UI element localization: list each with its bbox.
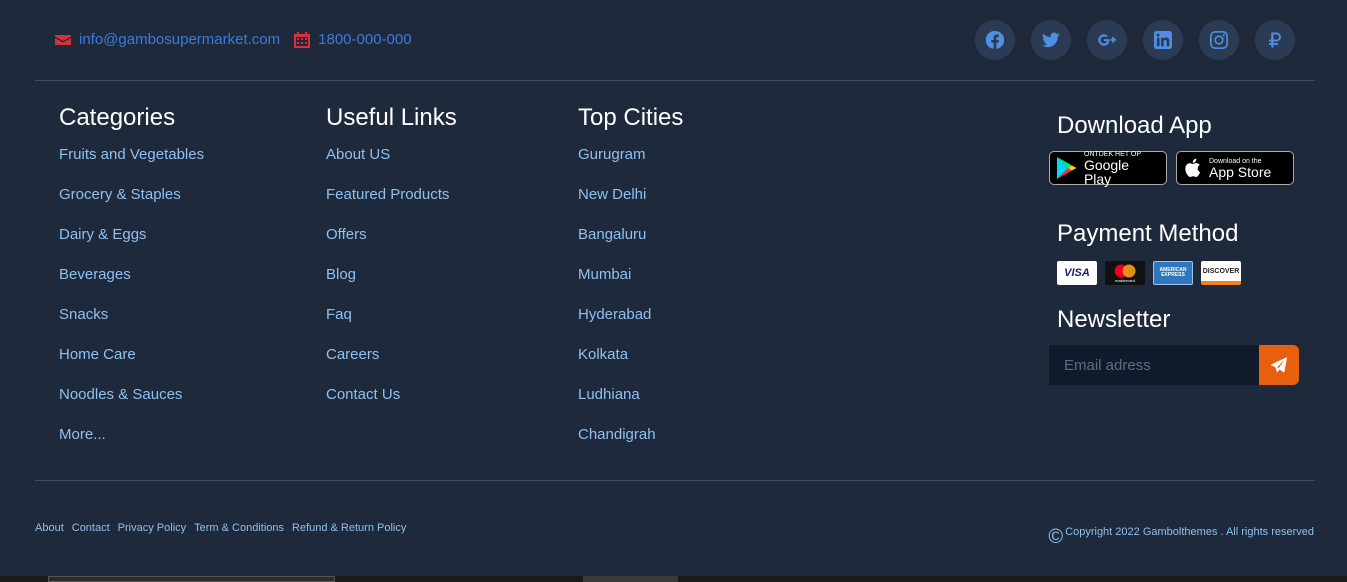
facebook-button[interactable] xyxy=(975,20,1015,60)
city-link[interactable]: New Delhi xyxy=(578,185,683,225)
categories-column: Categories Fruits and Vegetables Grocery… xyxy=(59,103,204,465)
bottom-links: About Contact Privacy Policy Term & Cond… xyxy=(35,522,406,534)
useful-links-title: Useful Links xyxy=(326,104,457,131)
app-store-big-text: App Store xyxy=(1209,163,1272,180)
useful-link[interactable]: Contact Us xyxy=(326,385,457,425)
bottom-link-about[interactable]: About xyxy=(35,522,64,534)
useful-link[interactable]: Faq xyxy=(326,305,457,345)
paper-plane-icon xyxy=(1271,357,1287,373)
twitter-button[interactable] xyxy=(1031,20,1071,60)
category-link[interactable]: Home Care xyxy=(59,345,204,385)
bottom-strip xyxy=(0,576,1347,582)
city-link[interactable]: Chandigrah xyxy=(578,425,683,465)
linkedin-button[interactable] xyxy=(1143,20,1183,60)
category-link[interactable]: Fruits and Vegetables xyxy=(59,145,204,185)
category-link[interactable]: More... xyxy=(59,425,204,465)
useful-link[interactable]: Blog xyxy=(326,265,457,305)
newsletter-form xyxy=(1049,345,1309,385)
payment-method-title: Payment Method xyxy=(1057,220,1239,247)
mastercard-card: mastercard xyxy=(1105,261,1145,285)
category-link[interactable]: Beverages xyxy=(59,265,204,305)
copyright: © Copyright 2022 Gambolthemes . All righ… xyxy=(1048,526,1314,547)
newsletter-title: Newsletter xyxy=(1057,306,1171,333)
city-link[interactable]: Mumbai xyxy=(578,265,683,305)
discover-label: DISCOVER xyxy=(1202,267,1240,275)
google-plus-icon xyxy=(1098,34,1116,46)
useful-links-column: Useful Links About US Featured Products … xyxy=(326,103,457,425)
discover-card: DISCOVER xyxy=(1201,261,1241,285)
newsletter-email-input[interactable] xyxy=(1049,345,1259,385)
copyright-text: Copyright 2022 Gambolthemes . All rights… xyxy=(1065,526,1314,538)
top-cities-title: Top Cities xyxy=(578,104,684,131)
useful-link[interactable]: About US xyxy=(326,145,457,185)
payment-cards: VISA mastercard AMERICAN EXPRESS DISCOVE… xyxy=(1049,261,1309,285)
category-link[interactable]: Snacks xyxy=(59,305,204,345)
right-column: Download App ONTDEK HET OP Google Play D… xyxy=(1049,111,1309,385)
linkedin-icon xyxy=(1154,31,1172,49)
amex-card: AMERICAN EXPRESS xyxy=(1153,261,1193,285)
download-app-title: Download App xyxy=(1057,112,1212,139)
copyright-icon: © xyxy=(1048,526,1064,548)
bottom-link-privacy[interactable]: Privacy Policy xyxy=(118,522,186,534)
top-cities-column: Top Cities Gurugram New Delhi Bangaluru … xyxy=(578,103,683,465)
instagram-icon xyxy=(1210,31,1228,49)
instagram-button[interactable] xyxy=(1199,20,1239,60)
mastercard-icon xyxy=(1114,264,1136,277)
app-store-badges: ONTDEK HET OP Google Play Download on th… xyxy=(1049,151,1309,187)
city-link[interactable]: Kolkata xyxy=(578,345,683,385)
city-link[interactable]: Bangaluru xyxy=(578,225,683,265)
social-links xyxy=(975,20,1295,60)
useful-link[interactable]: Featured Products xyxy=(326,185,457,225)
city-link[interactable]: Gurugram xyxy=(578,145,683,185)
email-contact[interactable]: info@gambosupermarket.com xyxy=(55,31,280,48)
useful-links-list: About US Featured Products Offers Blog F… xyxy=(326,145,457,425)
useful-link[interactable]: Offers xyxy=(326,225,457,265)
bottom-link-contact[interactable]: Contact xyxy=(72,522,110,534)
apple-icon xyxy=(1185,158,1201,177)
envelope-icon xyxy=(55,34,71,45)
calendar-icon xyxy=(294,31,311,48)
ruble-icon xyxy=(1269,32,1281,48)
categories-title: Categories xyxy=(59,104,176,131)
top-divider xyxy=(35,80,1315,81)
useful-link[interactable]: Careers xyxy=(326,345,457,385)
email-link[interactable]: info@gambosupermarket.com xyxy=(79,31,280,48)
category-link[interactable]: Dairy & Eggs xyxy=(59,225,204,265)
newsletter-submit-button[interactable] xyxy=(1259,345,1299,385)
google-play-badge[interactable]: ONTDEK HET OP Google Play xyxy=(1049,151,1167,187)
mastercard-label: mastercard xyxy=(1114,277,1135,283)
facebook-icon xyxy=(986,31,1004,49)
contact-bar: info@gambosupermarket.com 1800-000-000 xyxy=(55,31,412,48)
categories-list: Fruits and Vegetables Grocery & Staples … xyxy=(59,145,204,465)
bottom-divider xyxy=(35,480,1315,481)
google-plus-button[interactable] xyxy=(1087,20,1127,60)
ruble-button[interactable] xyxy=(1255,20,1295,60)
phone-link[interactable]: 1800-000-000 xyxy=(318,31,411,48)
amex-label: AMERICAN EXPRESS xyxy=(1159,267,1187,278)
google-play-big-text: Google Play xyxy=(1083,156,1130,187)
top-cities-list: Gurugram New Delhi Bangaluru Mumbai Hyde… xyxy=(578,145,683,465)
bottom-link-refund[interactable]: Refund & Return Policy xyxy=(292,522,406,534)
city-link[interactable]: Hyderabad xyxy=(578,305,683,345)
category-link[interactable]: Grocery & Staples xyxy=(59,185,204,225)
phone-contact[interactable]: 1800-000-000 xyxy=(294,31,412,48)
strip-element-left xyxy=(48,576,335,582)
app-store-badge[interactable]: Download on the App Store xyxy=(1176,151,1294,185)
strip-element-middle xyxy=(583,576,678,582)
bottom-link-terms[interactable]: Term & Conditions xyxy=(194,522,284,534)
google-play-icon xyxy=(1056,157,1077,179)
city-link[interactable]: Ludhiana xyxy=(578,385,683,425)
visa-card: VISA xyxy=(1057,261,1097,285)
category-link[interactable]: Noodles & Sauces xyxy=(59,385,204,425)
visa-label: VISA xyxy=(1064,267,1090,279)
twitter-icon xyxy=(1042,32,1060,48)
